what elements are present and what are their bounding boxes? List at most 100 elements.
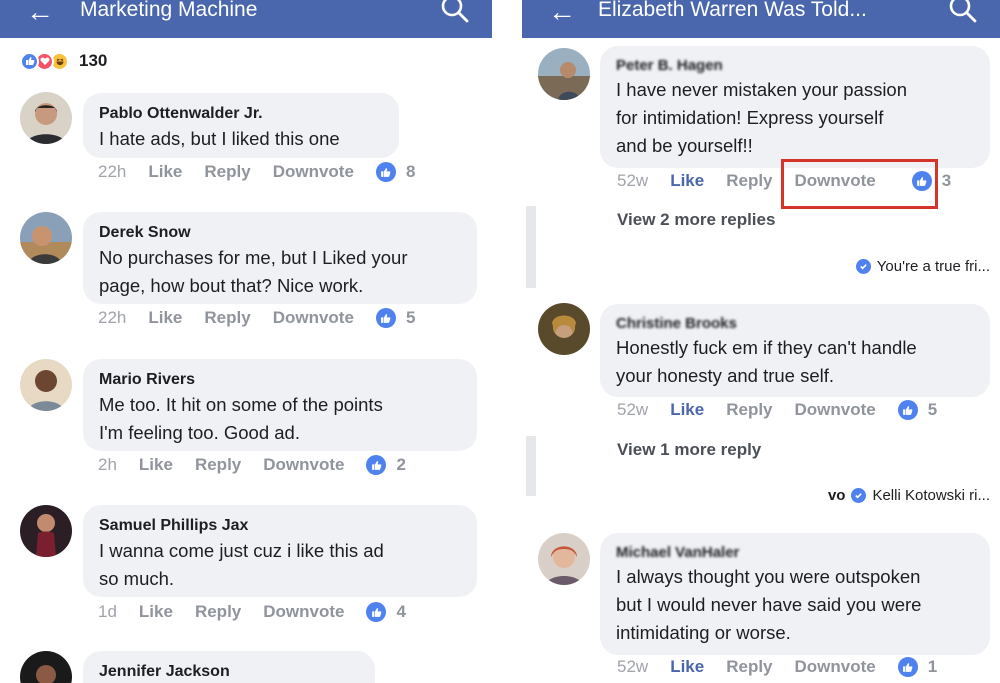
verified-check-icon	[855, 259, 871, 274]
comment-actions: 2h Like Reply Downvote 2	[98, 455, 406, 475]
reactions-summary[interactable]: 130	[20, 50, 107, 72]
reaction-count: 130	[79, 51, 108, 70]
reaction-counter[interactable]: 8	[375, 162, 416, 182]
like-button[interactable]: Like	[148, 308, 182, 328]
comment-time[interactable]: 52w	[617, 657, 648, 677]
comment-bubble: Samuel Phillips Jax I wanna come just cu…	[83, 505, 477, 597]
reply-button[interactable]: Reply	[195, 602, 241, 622]
comment-bubble: Michael VanHaler I always thought you we…	[600, 533, 990, 655]
comment-text-line: but I would never have said you were	[616, 594, 922, 615]
commenter-name[interactable]: Derek Snow	[99, 222, 463, 244]
left-screen: ← Marketing Machine 130 Pablo Ottenwalde…	[0, 0, 494, 683]
avatar[interactable]	[20, 359, 72, 411]
like-button[interactable]: Like	[139, 602, 173, 622]
thumbs-up-icon	[897, 657, 918, 677]
comment-bubble: Jennifer Jackson	[83, 651, 375, 683]
downvote-button[interactable]: Downvote	[273, 308, 354, 328]
thumbs-up-icon	[366, 455, 387, 475]
comment-text-line: I wanna come just cuz i like this ad	[99, 540, 384, 561]
avatar[interactable]	[538, 48, 590, 100]
comment-text-line: I have never mistaken your passion	[616, 79, 908, 100]
like-button[interactable]: Like	[670, 400, 704, 420]
commenter-name[interactable]: Michael VanHaler	[616, 543, 976, 563]
comment-bubble: Mario Rivers Me too. It hit on some of t…	[83, 359, 477, 451]
commenter-name[interactable]: Jennifer Jackson	[99, 661, 361, 683]
comment-time[interactable]: 52w	[617, 400, 648, 420]
like-button[interactable]: Like	[148, 162, 182, 182]
reply-button[interactable]: Reply	[204, 308, 250, 328]
like-button[interactable]: Like	[139, 455, 173, 475]
avatar[interactable]	[538, 533, 590, 585]
downvote-highlight-box	[781, 159, 938, 209]
reaction-count: 8	[405, 162, 416, 181]
view-more-replies-link[interactable]: View 2 more replies	[617, 210, 775, 230]
reply-button[interactable]: Reply	[726, 171, 772, 191]
commenter-name[interactable]: Peter B. Hagen	[616, 56, 976, 76]
reply-button[interactable]: Reply	[204, 162, 250, 182]
commenter-name[interactable]: Samuel Phillips Jax	[99, 515, 463, 537]
thumbs-up-icon	[375, 308, 396, 328]
comment-time[interactable]: 22h	[98, 162, 126, 182]
reaction-count: 4	[396, 602, 406, 621]
comment-text: I hate ads, but I liked this one	[99, 128, 340, 149]
back-arrow-icon[interactable]: ←	[26, 0, 54, 27]
commenter-name[interactable]: Pablo Ottenwalder Jr.	[99, 103, 385, 125]
commenter-name[interactable]: Mario Rivers	[99, 369, 463, 391]
comment-bubble: Derek Snow No purchases for me, but I Li…	[83, 212, 477, 304]
comment-time[interactable]: 22h	[98, 308, 126, 328]
comment-time[interactable]: 52w	[617, 171, 648, 191]
thread-line	[526, 206, 536, 288]
like-button[interactable]: Like	[670, 657, 704, 677]
comment-text-line: so much.	[99, 568, 175, 589]
comment-bubble: Pablo Ottenwalder Jr. I hate ads, but I …	[83, 93, 399, 158]
avatar[interactable]	[20, 212, 72, 264]
downvote-button[interactable]: Downvote	[795, 657, 876, 677]
reply-preview-prefix: vo	[827, 487, 846, 504]
downvote-button[interactable]: Downvote	[263, 455, 344, 475]
page-title: Elizabeth Warren Was Told...	[598, 0, 867, 21]
reply-button[interactable]: Reply	[195, 455, 241, 475]
commenter-name[interactable]: Christine Brooks	[616, 314, 976, 334]
reply-button[interactable]: Reply	[726, 400, 772, 420]
reaction-count: 1	[927, 657, 938, 676]
downvote-button[interactable]: Downvote	[263, 602, 344, 622]
top-bar: ← Marketing Machine	[0, 0, 492, 38]
reaction-counter[interactable]: 5	[375, 308, 415, 328]
avatar[interactable]	[20, 651, 72, 683]
comment-text-line: I'm feeling too. Good ad.	[99, 422, 300, 443]
comment-bubble: Christine Brooks Honestly fuck em if the…	[600, 304, 990, 397]
thread-line	[526, 436, 536, 496]
view-more-replies-link[interactable]: View 1 more reply	[617, 440, 761, 460]
back-arrow-icon[interactable]: ←	[548, 0, 576, 27]
comment-time[interactable]: 1d	[98, 602, 117, 622]
search-icon[interactable]	[948, 0, 978, 24]
downvote-button[interactable]: Downvote	[273, 162, 354, 182]
comment-actions: 1d Like Reply Downvote 4	[98, 602, 406, 622]
comment-text-line: your honesty and true self.	[616, 365, 835, 386]
comment-text-line: and be yourself!!	[616, 135, 753, 156]
reaction-counter[interactable]: 5	[897, 400, 938, 420]
like-reaction-icon	[20, 51, 39, 71]
comment-text-line: Honestly fuck em if they can't handle	[616, 337, 917, 358]
reply-preview[interactable]: You're a true fri...	[855, 258, 990, 275]
reaction-counter[interactable]: 2	[366, 455, 406, 475]
reaction-counter[interactable]: 4	[366, 602, 406, 622]
avatar[interactable]	[20, 505, 72, 557]
avatar[interactable]	[538, 303, 590, 355]
top-bar: ← Elizabeth Warren Was Told...	[522, 0, 1000, 38]
search-icon[interactable]	[440, 0, 470, 24]
comment-text-line: I always thought you were outspoken	[616, 566, 921, 587]
comment-text-line: for intimidation! Express yourself	[616, 107, 884, 128]
thumbs-up-icon	[897, 400, 918, 420]
reaction-count: 5	[927, 400, 938, 419]
reply-preview-text: Kelli Kotowski ri...	[872, 487, 990, 504]
avatar[interactable]	[20, 92, 72, 144]
comment-time[interactable]: 2h	[98, 455, 117, 475]
comment-actions: 22h Like Reply Downvote 8	[98, 162, 415, 182]
reaction-counter[interactable]: 1	[897, 657, 938, 677]
comment-text-line: No purchases for me, but I Liked your	[99, 247, 408, 268]
reply-button[interactable]: Reply	[726, 657, 772, 677]
downvote-button[interactable]: Downvote	[795, 400, 876, 420]
like-button[interactable]: Like	[670, 171, 704, 191]
reply-preview[interactable]: vo Kelli Kotowski ri...	[828, 487, 990, 504]
